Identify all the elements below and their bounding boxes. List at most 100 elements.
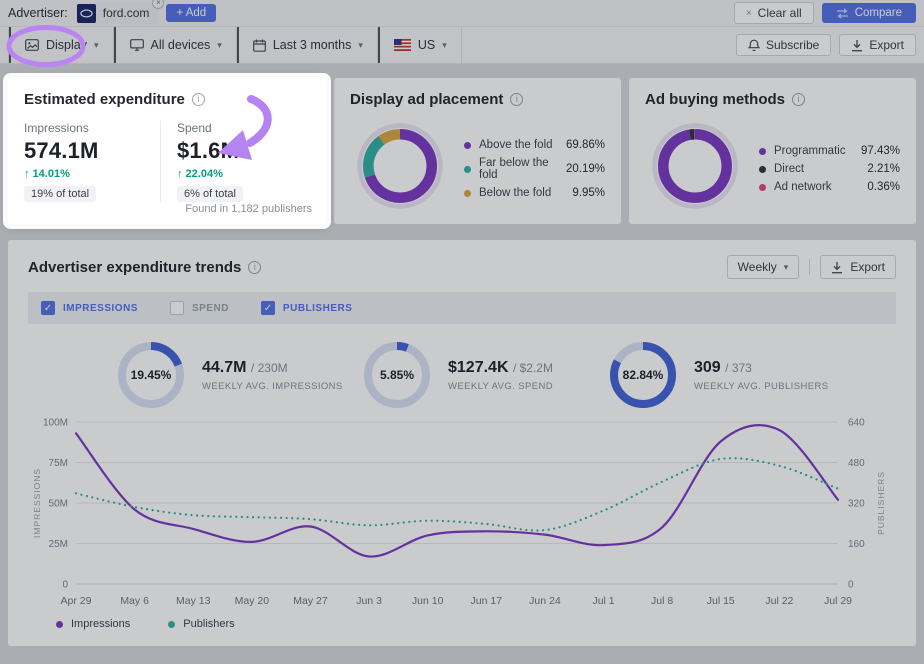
- gauge-percent: 19.45%: [114, 338, 188, 412]
- gauge-value: 309: [694, 359, 721, 376]
- legend-item: Far below the fold 20.19%: [464, 157, 605, 181]
- info-icon[interactable]: i: [792, 93, 805, 106]
- checkbox-icon: ✓: [261, 301, 275, 315]
- x-axis-label: Jun 24: [529, 595, 561, 607]
- right-axis-tick: 0: [848, 580, 854, 591]
- buying-donut-chart: [645, 116, 745, 216]
- ad-buying-methods-card: Ad buying methods i Programmatic 97.43%: [629, 78, 916, 224]
- legend-label: Above the fold: [479, 139, 558, 151]
- filter-devices-label: All devices: [151, 38, 211, 52]
- us-flag-icon: [394, 39, 411, 51]
- info-icon[interactable]: i: [192, 93, 205, 106]
- info-icon[interactable]: i: [248, 261, 261, 274]
- summary-cards-row: Estimated expenditure i Impressions 574.…: [8, 78, 916, 224]
- chevron-down-icon: ▾: [442, 40, 447, 51]
- legend-dot: [464, 190, 471, 197]
- legend-publishers: Publishers: [168, 618, 234, 630]
- x-axis-label: May 13: [176, 595, 211, 607]
- gauge-percent: 82.84%: [606, 338, 680, 412]
- expenditure-trends-panel: Advertiser expenditure trends i Weekly ▾…: [8, 240, 916, 646]
- clear-all-button[interactable]: × Clear all: [734, 2, 814, 24]
- advertiser-chip[interactable]: ford.com ×: [76, 3, 159, 24]
- gauge-value: $127.4K: [448, 359, 509, 376]
- legend-item: Direct 2.21%: [759, 163, 900, 175]
- legend-value: 2.21%: [867, 163, 900, 175]
- download-icon: [831, 261, 843, 274]
- x-axis-label: Jul 1: [592, 595, 614, 607]
- chevron-down-icon: ▾: [784, 262, 789, 273]
- gauge-caption: WEEKLY AVG. PUBLISHERS: [694, 381, 828, 392]
- filter-country-label: US: [418, 38, 435, 52]
- toggle-spend[interactable]: SPEND: [170, 301, 229, 315]
- right-axis-title: PUBLISHERS: [876, 471, 886, 535]
- divider: [809, 259, 810, 275]
- toggle-publishers[interactable]: ✓ PUBLISHERS: [261, 301, 352, 315]
- gauge-total: / 230M: [251, 361, 288, 375]
- granularity-label: Weekly: [738, 260, 777, 274]
- chip-close-icon[interactable]: ×: [152, 0, 164, 9]
- impressions-label: Impressions: [24, 121, 160, 135]
- x-axis-label: Apr 29: [61, 595, 92, 607]
- gauge-caption: WEEKLY AVG. SPEND: [448, 381, 553, 392]
- right-axis-tick: 480: [848, 458, 865, 469]
- legend-label: Impressions: [71, 618, 130, 630]
- trends-title: Advertiser expenditure trends: [28, 259, 241, 276]
- legend-dot: [168, 621, 175, 628]
- card-title: Estimated expenditure: [24, 91, 185, 108]
- toolbar-spacer: [462, 27, 736, 63]
- legend-dot: [56, 621, 63, 628]
- clear-all-close-icon: ×: [746, 8, 752, 19]
- legend-value: 69.86%: [566, 139, 605, 151]
- x-axis-label: May 6: [120, 595, 149, 607]
- subscribe-label: Subscribe: [766, 38, 819, 52]
- legend-value: 20.19%: [566, 163, 605, 175]
- filter-display[interactable]: Display ▾: [9, 27, 114, 63]
- toolbar-actions: Subscribe Export: [736, 27, 916, 63]
- trends-export-button[interactable]: Export: [820, 255, 896, 279]
- gauge-caption: WEEKLY AVG. IMPRESSIONS: [202, 381, 343, 392]
- subscribe-button[interactable]: Subscribe: [736, 34, 831, 56]
- export-button[interactable]: Export: [839, 34, 916, 56]
- filters-group: Display ▾ All devices ▾ Last 3 months ▾ …: [8, 27, 462, 63]
- toggle-impressions[interactable]: ✓ IMPRESSIONS: [41, 301, 138, 315]
- compare-button[interactable]: Compare: [822, 3, 916, 23]
- legend-label: Programmatic: [774, 145, 853, 157]
- spend-value: $1.6M: [177, 138, 310, 164]
- legend-dot: [759, 148, 766, 155]
- advertiser-label: Advertiser:: [8, 6, 68, 20]
- legend-dot: [464, 142, 471, 149]
- legend-dot: [759, 166, 766, 173]
- filter-country[interactable]: US ▾: [378, 27, 462, 63]
- top-bar: Advertiser: ford.com × + Add × Clear all…: [0, 0, 924, 26]
- legend-item: Above the fold 69.86%: [464, 139, 605, 151]
- x-axis-label: Jul 15: [707, 595, 735, 607]
- export-label: Export: [869, 38, 904, 52]
- avg-impressions-gauge: 19.45% 44.7M / 230M WEEKLY AVG. IMPRESSI…: [114, 338, 360, 412]
- x-axis-label: May 20: [235, 595, 270, 607]
- series-line-impressions: [76, 425, 838, 556]
- legend-item: Below the fold 9.95%: [464, 187, 605, 199]
- checkbox-icon: [170, 301, 184, 315]
- trends-export-label: Export: [850, 260, 885, 274]
- x-axis-label: Jun 17: [471, 595, 503, 607]
- calendar-icon: [253, 39, 266, 52]
- placement-donut-chart: [350, 116, 450, 216]
- series-line-publishers: [76, 458, 838, 530]
- left-axis-tick: 100M: [43, 418, 68, 429]
- legend-label: Ad network: [774, 181, 859, 193]
- gauge-value: 44.7M: [202, 359, 246, 376]
- checkbox-icon: ✓: [41, 301, 55, 315]
- filter-devices[interactable]: All devices ▾: [114, 27, 237, 63]
- adclarity-page: Advertiser: ford.com × + Add × Clear all…: [0, 0, 924, 646]
- toggle-label: IMPRESSIONS: [63, 303, 138, 314]
- filter-display-label: Display: [46, 38, 87, 52]
- add-advertiser-button[interactable]: + Add: [166, 4, 216, 22]
- toggle-label: PUBLISHERS: [283, 303, 352, 314]
- download-icon: [851, 39, 863, 52]
- granularity-dropdown[interactable]: Weekly ▾: [727, 255, 800, 279]
- info-icon[interactable]: i: [510, 93, 523, 106]
- legend-dot: [759, 184, 766, 191]
- filter-date-range[interactable]: Last 3 months ▾: [237, 27, 378, 63]
- estimated-expenditure-card: Estimated expenditure i Impressions 574.…: [8, 78, 326, 224]
- devices-icon: [130, 39, 144, 51]
